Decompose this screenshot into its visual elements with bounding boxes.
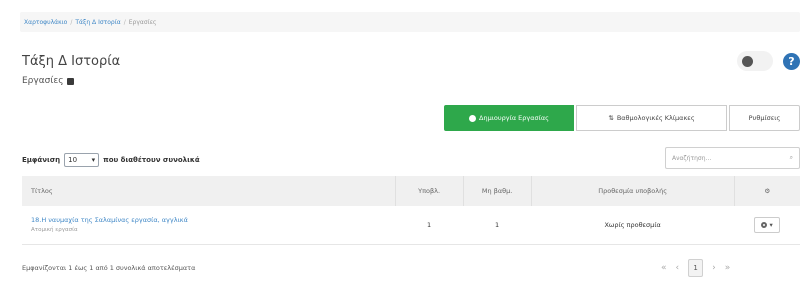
table-row: 18.Η ναυμαχία της Σαλαμίνας εργασία, αγγ… xyxy=(22,206,800,245)
row-actions-caret: ▾ xyxy=(769,220,773,229)
cell-title: 18.Η ναυμαχία της Σαλαμίνας εργασία, αγγ… xyxy=(22,206,396,245)
row-actions-button[interactable]: ▾ xyxy=(754,216,780,233)
column-header-actions: ⚙ xyxy=(734,176,800,206)
pagination: « ‹ 1 › » xyxy=(661,259,730,277)
gear-icon xyxy=(761,221,768,228)
settings-label: Ρυθμίσεις xyxy=(748,114,781,122)
column-header-submitted[interactable]: Υποβλ. xyxy=(395,176,464,206)
settings-button[interactable]: Ρυθμίσεις xyxy=(729,105,800,131)
breadcrumb-home[interactable]: Χαρτοφυλάκιο xyxy=(24,19,67,26)
grade-scales-button[interactable]: ⇅ Βαθμολογικές Κλίμακες xyxy=(576,105,727,131)
plus-circle-icon xyxy=(469,114,477,122)
grade-scales-label: Βαθμολογικές Κλίμακες xyxy=(616,114,695,122)
search-placeholder: Αναζήτηση... xyxy=(672,154,712,162)
length-prefix: Εμφάνιση xyxy=(22,156,61,164)
cell-actions: ▾ xyxy=(734,206,800,245)
breadcrumb-course[interactable]: Τάξη Δ Ιστορία xyxy=(75,19,120,26)
view-toggle[interactable] xyxy=(737,51,773,71)
last-page-button[interactable]: » xyxy=(725,263,731,273)
column-header-deadline[interactable]: Προθεσμία υποβολής xyxy=(531,176,735,206)
assignment-type: Ατομική εργασία xyxy=(31,227,78,234)
next-page-button[interactable]: › xyxy=(712,263,716,273)
create-assignment-label: Δημιουργία Εργασίας xyxy=(479,114,549,122)
toggle-knob-icon xyxy=(742,55,753,67)
breadcrumb-separator: / xyxy=(70,18,73,26)
column-header-title[interactable]: Τίτλος xyxy=(22,176,396,206)
chevron-down-icon: ▾ xyxy=(91,156,96,164)
page-subtitle: Εργασίες xyxy=(22,76,74,86)
cell-deadline: Χωρίς προθεσμία xyxy=(531,206,735,245)
search-icon: ⌕ xyxy=(789,154,793,161)
breadcrumb-separator: / xyxy=(123,18,126,26)
table-info: Εμφανίζονται 1 έως 1 από 1 συνολικά αποτ… xyxy=(22,264,196,272)
page-length-value: 10 xyxy=(68,156,78,164)
breadcrumb-current: Εργασίες xyxy=(128,18,157,26)
cell-submitted: 1 xyxy=(395,206,464,245)
length-suffix: που διαθέτουν συνολικά xyxy=(103,156,200,164)
help-icon[interactable]: ? xyxy=(783,53,800,70)
search-input[interactable]: Αναζήτηση... ⌕ xyxy=(665,147,800,169)
page-length-select[interactable]: 10 ▾ xyxy=(64,153,100,167)
breadcrumb: Χαρτοφυλάκιο / Τάξη Δ Ιστορία / Εργασίες xyxy=(20,12,800,32)
prev-page-button[interactable]: ‹ xyxy=(676,263,680,273)
cell-ungraded: 1 xyxy=(463,206,532,245)
first-page-button[interactable]: « xyxy=(661,263,667,273)
page-length-control: Εμφάνιση 10 ▾ που διαθέτουν συνολικά xyxy=(22,153,200,167)
create-assignment-button[interactable]: Δημιουργία Εργασίας xyxy=(444,105,574,131)
assignment-title-link[interactable]: 18.Η ναυμαχία της Σαλαμίνας εργασία, αγγ… xyxy=(31,216,386,224)
page-title: Τάξη Δ Ιστορία xyxy=(22,54,121,69)
page-subtitle-text: Εργασίες xyxy=(22,76,64,86)
page-1-button[interactable]: 1 xyxy=(688,259,704,277)
assignments-table: Τίτλος Υποβλ. Μη βαθμ. Προθεσμία υποβολή… xyxy=(22,176,800,245)
column-header-ungraded[interactable]: Μη βαθμ. xyxy=(463,176,532,206)
assignment-icon xyxy=(66,77,74,85)
table-header-row: Τίτλος Υποβλ. Μη βαθμ. Προθεσμία υποβολή… xyxy=(22,176,800,206)
sort-icon: ⇅ xyxy=(608,114,614,122)
